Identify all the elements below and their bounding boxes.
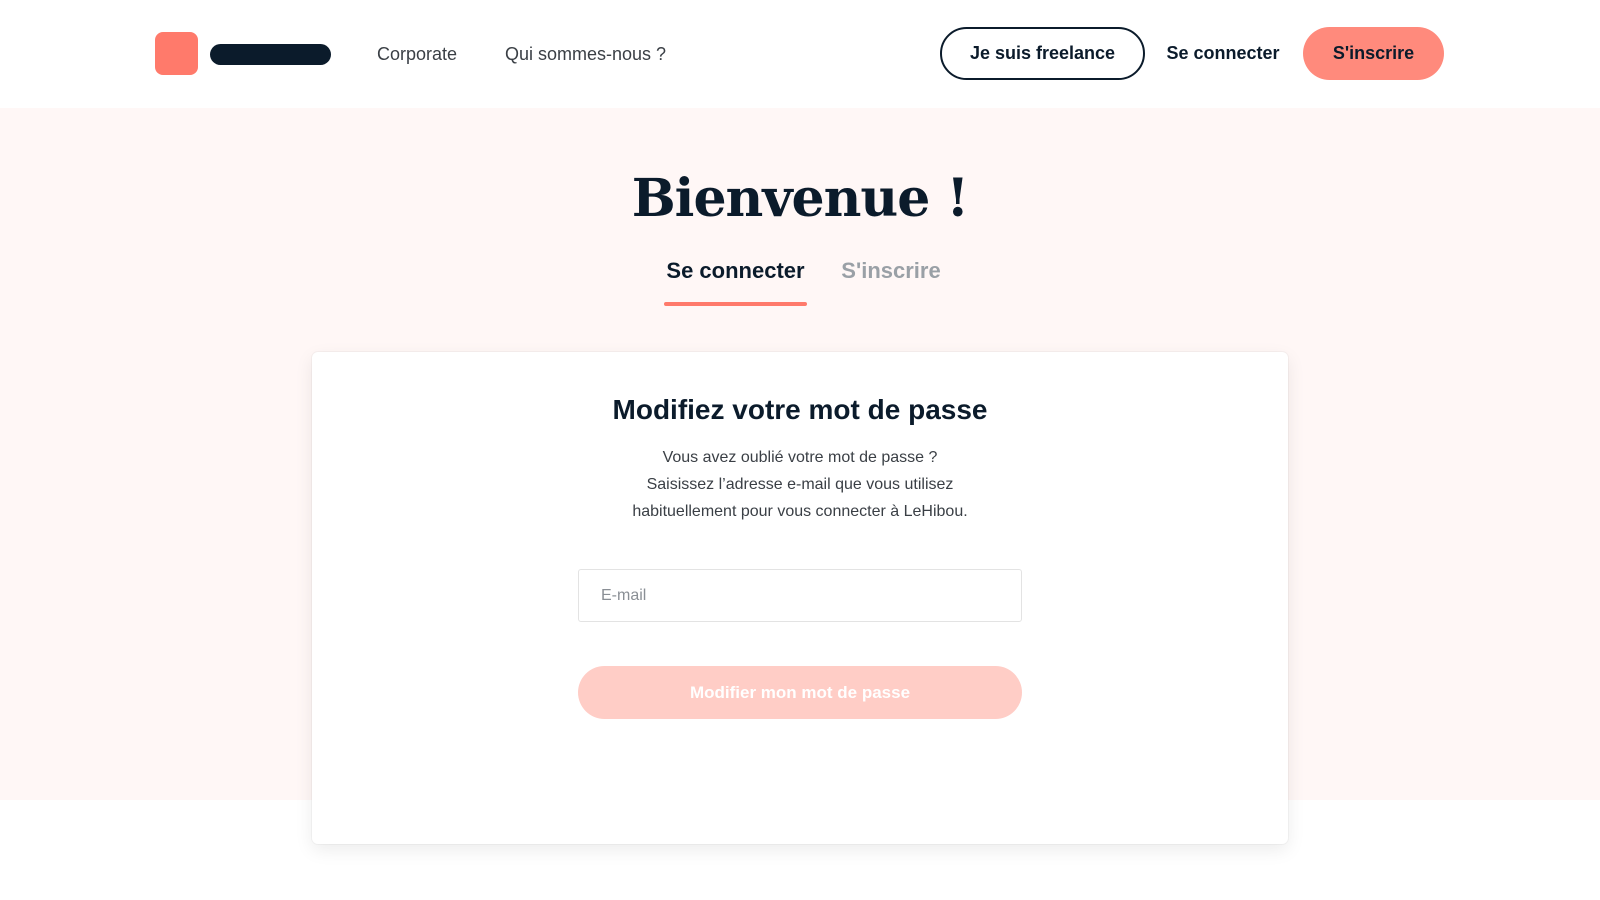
tab-login[interactable]: Se connecter	[664, 256, 807, 302]
logo-wordmark[interactable]	[210, 44, 331, 65]
freelance-button[interactable]: Je suis freelance	[940, 27, 1145, 80]
site-header: Corporate Qui sommes-nous ? Je suis free…	[0, 0, 1600, 108]
header-signup-button[interactable]: S'inscrire	[1303, 27, 1444, 80]
nav-link-corporate[interactable]: Corporate	[377, 40, 457, 68]
reset-password-card: Modifiez votre mot de passe Vous avez ou…	[312, 352, 1288, 844]
email-input[interactable]	[578, 569, 1022, 622]
card-title: Modifiez votre mot de passe	[612, 394, 988, 425]
card-description: Vous avez oublié votre mot de passe ? Sa…	[550, 444, 1050, 525]
page-title: Bienvenue !	[631, 168, 970, 229]
auth-tabs: Se connecter S'inscrire	[0, 256, 1600, 308]
active-tab-indicator	[664, 302, 807, 306]
tab-signup[interactable]: S'inscrire	[836, 256, 946, 302]
description-line: Vous avez oublié votre mot de passe ?	[662, 449, 938, 466]
nav-link-qui-sommes-nous[interactable]: Qui sommes-nous ?	[505, 40, 666, 68]
logo-icon[interactable]	[155, 32, 198, 75]
description-line: Saisissez l’adresse e-mail que vous util…	[646, 476, 954, 493]
header-login-button[interactable]: Se connecter	[1163, 27, 1283, 80]
description-line: habituellement pour vous connecter à LeH…	[632, 503, 968, 520]
reset-password-button[interactable]: Modifier mon mot de passe	[578, 666, 1022, 719]
